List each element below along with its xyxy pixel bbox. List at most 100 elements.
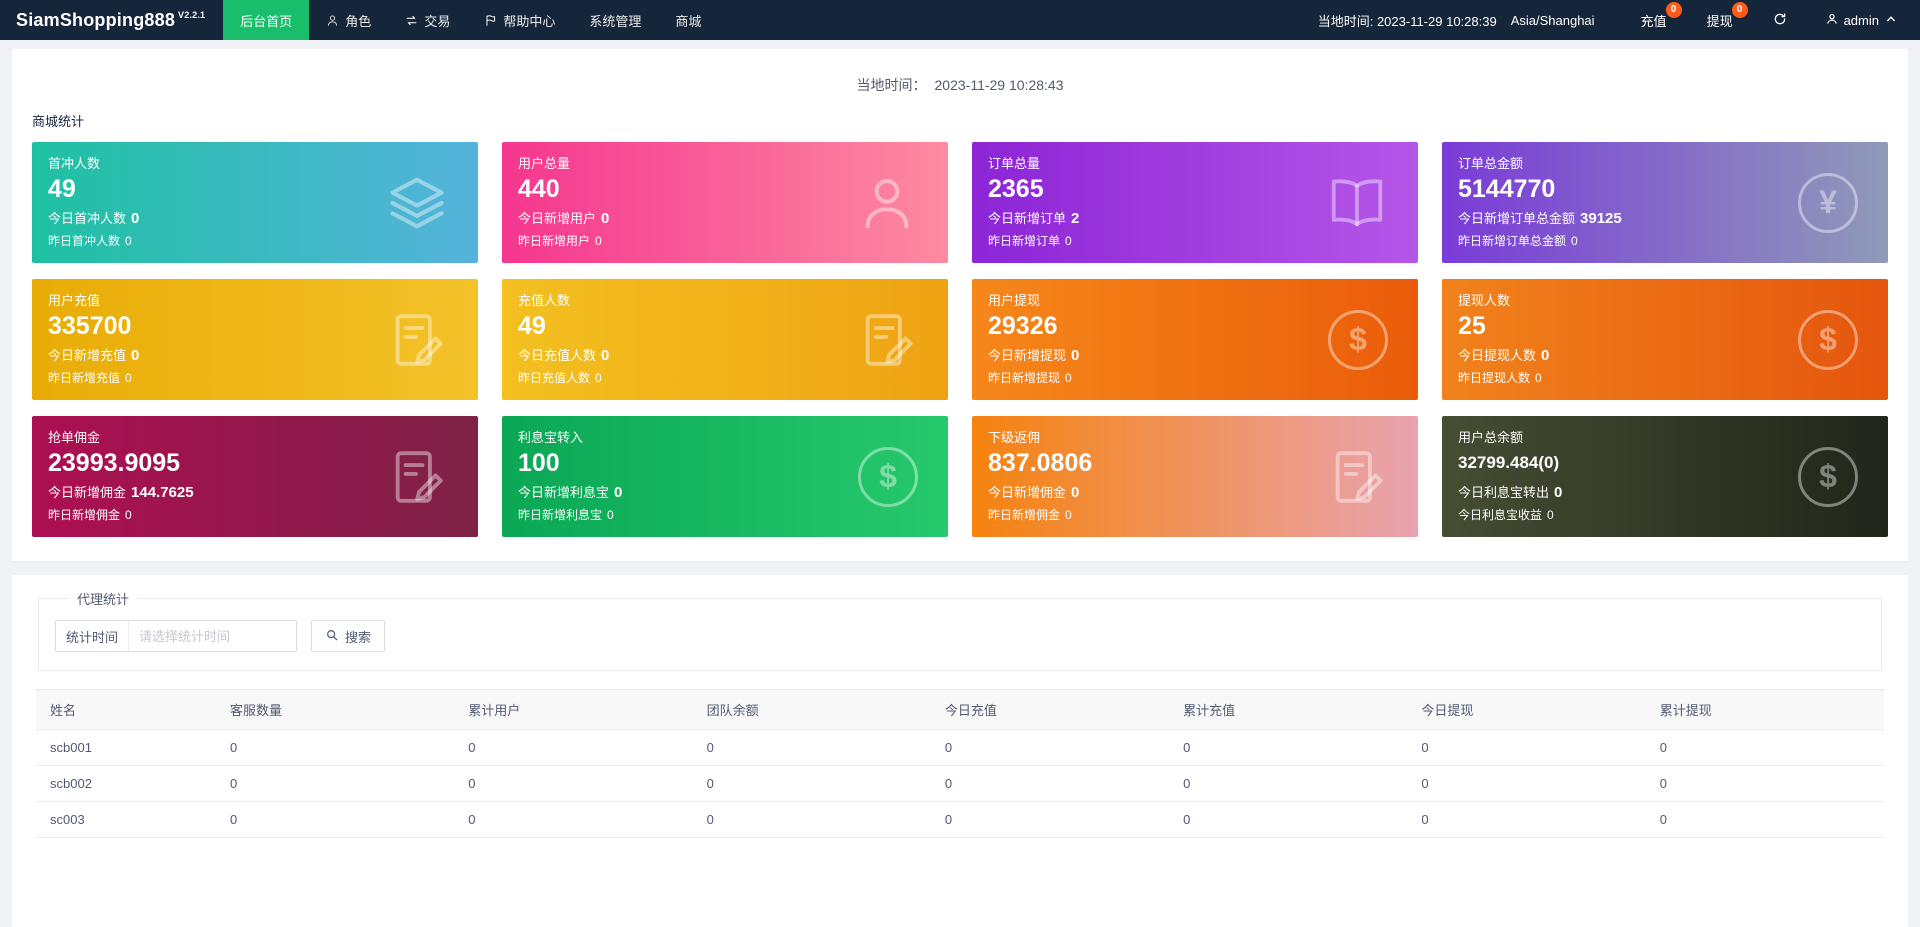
table-header: 姓名 xyxy=(36,689,216,730)
agent-filter-row: 统计时间 搜索 xyxy=(55,620,1865,652)
stat-card-6: 充值人数 49 今日充值人数 0 昨日充值人数 0 xyxy=(502,279,948,400)
stat-card-title: 用户总量 xyxy=(518,156,571,171)
flag-icon xyxy=(484,14,497,27)
layers-icon xyxy=(386,172,448,234)
stat-card-title: 用户充值 xyxy=(48,293,101,308)
stat-time-group: 统计时间 xyxy=(55,620,298,652)
table-header: 今日提现 xyxy=(1407,689,1646,730)
nav-label: 帮助中心 xyxy=(503,13,556,29)
recharge-badge: 0 xyxy=(1665,1,1682,18)
version-badge: V2.2.1 xyxy=(178,10,206,20)
refresh-icon xyxy=(1773,12,1787,29)
chevron-up-icon xyxy=(1884,12,1898,29)
nav-label: 交易 xyxy=(424,13,451,29)
agent-fieldset: 代理统计 统计时间 搜索 xyxy=(38,589,1882,671)
dollar-icon: $ xyxy=(1328,309,1388,370)
dashboard-panel: 当地时间： 2023-11-29 10:28:43 商城统计 首冲人数 49 今日… xyxy=(12,49,1908,561)
table-cell: 0 xyxy=(1169,729,1408,766)
search-button-label: 搜索 xyxy=(345,629,372,645)
nav-label: 系统管理 xyxy=(589,13,642,29)
stat-card-yesterday-line: 昨日充值人数 0 xyxy=(518,371,602,386)
person-icon xyxy=(326,14,339,27)
table-cell: 0 xyxy=(216,765,455,802)
recharge-link[interactable]: 充值 0 xyxy=(1641,1,1682,30)
withdraw-badge: 0 xyxy=(1731,1,1748,18)
navbar-timezone: Asia/Shanghai xyxy=(1510,12,1595,28)
doc-edit-icon xyxy=(386,309,448,371)
search-icon xyxy=(325,628,339,645)
stat-card-title: 用户总余额 xyxy=(1458,430,1524,445)
search-button[interactable]: 搜索 xyxy=(311,620,386,652)
brand-name: SiamShopping888 xyxy=(16,9,176,30)
nav-label: 角色 xyxy=(345,13,372,29)
stat-card-9: 抢单佣金 23993.9095 今日新增佣金 144.7625 昨日新增佣金 0 xyxy=(32,416,478,537)
withdraw-link[interactable]: 提现 0 xyxy=(1707,1,1748,30)
stat-card-1: 首冲人数 49 今日首冲人数 0 昨日首冲人数 0 xyxy=(32,142,478,263)
agent-table: 姓名 客服数量 累计用户 团队余额 今日充值 累计充值 今日提现 累计提现 scb001 0 0 0… xyxy=(36,689,1884,838)
stat-card-title: 抢单佣金 xyxy=(48,430,101,445)
table-cell: scb001 xyxy=(36,729,216,766)
refresh-button[interactable] xyxy=(1773,12,1787,29)
stat-card-title: 利息宝转入 xyxy=(518,430,584,445)
stat-card-yesterday-line: 昨日新增利息宝 0 xyxy=(518,508,614,523)
stat-card-3: 订单总量 2365 今日新增订单 2 昨日新增订单 0 xyxy=(972,142,1418,263)
stat-time-label: 统计时间 xyxy=(66,629,119,645)
table-cell: scb002 xyxy=(36,765,216,802)
section-title: 商城统计 xyxy=(32,114,85,129)
table-header: 累计充值 xyxy=(1169,689,1408,730)
stat-card-yesterday-line: 昨日新增提现 0 xyxy=(988,371,1072,386)
nav-trade[interactable]: 交易 xyxy=(388,0,467,40)
table-cell: 0 xyxy=(454,729,693,766)
stat-time-input[interactable] xyxy=(128,621,297,651)
stat-card-yesterday-line: 昨日新增佣金 0 xyxy=(988,508,1072,523)
stat-card-12: 用户总余额 32799.484(0) 今日利息宝转出 0 今日利息宝收益 0 $ xyxy=(1442,416,1888,537)
trade-icon xyxy=(405,14,418,27)
brand-logo[interactable]: SiamShopping888 V2.2.1 xyxy=(16,0,205,40)
navbar-right: 当地时间: 2023-11-29 10:28:39 Asia/Shanghai … xyxy=(1318,0,1920,40)
stat-card-yesterday-line: 昨日新增用户 0 xyxy=(518,234,602,249)
nav-home[interactable]: 后台首页 xyxy=(223,0,310,40)
stat-card-7: 用户提现 29326 今日新增提现 0 昨日新增提现 0 $ xyxy=(972,279,1418,400)
stat-card-5: 用户充值 335700 今日新增充值 0 昨日新增充值 0 xyxy=(32,279,478,400)
stat-card-title: 下级返佣 xyxy=(988,430,1041,445)
table-header: 团队余额 xyxy=(692,689,931,730)
nav-roles[interactable]: 角色 xyxy=(309,0,388,40)
local-time-value: 2023-11-29 10:28:43 xyxy=(934,77,1064,93)
nav-label: 后台首页 xyxy=(240,13,293,29)
navbar: SiamShopping888 V2.2.1 后台首页 角色 交易 帮助中心 系统管理 商城… xyxy=(0,0,1920,40)
table-cell: 0 xyxy=(1407,765,1646,802)
stat-card-title: 首冲人数 xyxy=(48,156,101,171)
stat-card-title: 用户提现 xyxy=(988,293,1041,308)
stat-card-yesterday-line: 昨日新增订单 0 xyxy=(988,234,1072,249)
stat-card-yesterday-line: 昨日新增充值 0 xyxy=(48,371,132,386)
stat-card-yesterday-line: 昨日新增订单总金额 0 xyxy=(1458,234,1578,249)
stat-card-2: 用户总量 440 今日新增用户 0 昨日新增用户 0 xyxy=(502,142,948,263)
navbar-local-time: 当地时间: 2023-11-29 10:28:39 xyxy=(1317,13,1497,29)
stats-grid: 首冲人数 49 今日首冲人数 0 昨日首冲人数 0 用户总量 440 今日新增用户 0… xyxy=(28,142,1892,537)
local-time-row: 当地时间： 2023-11-29 10:28:43 xyxy=(28,59,1892,111)
table-cell: 0 xyxy=(454,765,693,802)
nav-system[interactable]: 系统管理 xyxy=(572,0,658,40)
agent-panel: 代理统计 统计时间 搜索 姓名客服数量累计用户团队余额今日充值累计充值今日提现累… xyxy=(12,575,1908,927)
stat-card-title: 订单总量 xyxy=(988,156,1041,171)
nav-label: 商城 xyxy=(675,13,702,29)
dollar-icon: $ xyxy=(858,446,918,507)
user-icon xyxy=(1825,12,1839,29)
doc-edit-icon xyxy=(386,446,448,508)
user-menu[interactable]: admin xyxy=(1825,12,1898,29)
table-cell: 0 xyxy=(1407,801,1646,838)
table-cell: 0 xyxy=(1169,765,1408,802)
doc-edit-icon xyxy=(856,309,918,371)
nav-mall[interactable]: 商城 xyxy=(658,0,718,40)
table-header: 客服数量 xyxy=(216,689,455,730)
username: admin xyxy=(1843,12,1879,28)
nav-help-center[interactable]: 帮助中心 xyxy=(467,0,572,40)
table-cell: 0 xyxy=(692,765,931,802)
stat-card-8: 提现人数 25 今日提现人数 0 昨日提现人数 0 $ xyxy=(1442,279,1888,400)
stat-card-yesterday-line: 昨日新增佣金 0 xyxy=(48,508,132,523)
table-cell: 0 xyxy=(216,801,455,838)
table-cell: 0 xyxy=(1169,801,1408,838)
stat-card-title: 提现人数 xyxy=(1458,293,1511,308)
local-time-label: 当地时间： xyxy=(856,77,927,93)
table-row: scb002 0 0 0 0 0 0 0 xyxy=(36,765,1884,802)
